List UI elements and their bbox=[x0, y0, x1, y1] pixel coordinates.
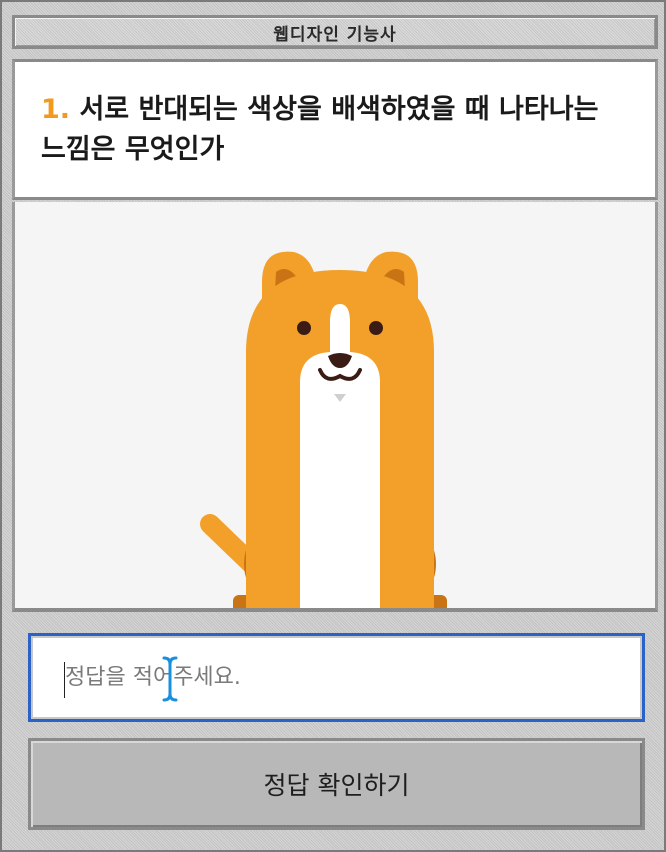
question-text: 1. 서로 반대되는 색상을 배색하였을 때 나타나는 느낌은 무엇인가 bbox=[41, 90, 631, 170]
text-caret bbox=[64, 662, 65, 698]
check-answer-button[interactable]: 정답 확인하기 bbox=[28, 738, 645, 830]
illustration-panel bbox=[12, 202, 658, 612]
dog-illustration bbox=[200, 251, 447, 608]
title-bar: 웹디자인 기능사 bbox=[12, 15, 658, 49]
answer-field[interactable] bbox=[28, 633, 645, 722]
question-panel: 1. 서로 반대되는 색상을 배색하였을 때 나타나는 느낌은 무엇인가 bbox=[12, 59, 658, 200]
answer-input[interactable] bbox=[35, 640, 638, 715]
dog-eye-right bbox=[369, 321, 383, 335]
question-number: 1. bbox=[41, 94, 71, 125]
question-body: 서로 반대되는 색상을 배색하였을 때 나타나는 느낌은 무엇인가 bbox=[41, 94, 599, 165]
dog-eye-left bbox=[297, 321, 311, 335]
app-window: 웹디자인 기능사 1. 서로 반대되는 색상을 배색하였을 때 나타나는 느낌은… bbox=[0, 0, 666, 852]
app-title: 웹디자인 기능사 bbox=[273, 24, 397, 45]
text-cursor-icon bbox=[162, 656, 178, 702]
